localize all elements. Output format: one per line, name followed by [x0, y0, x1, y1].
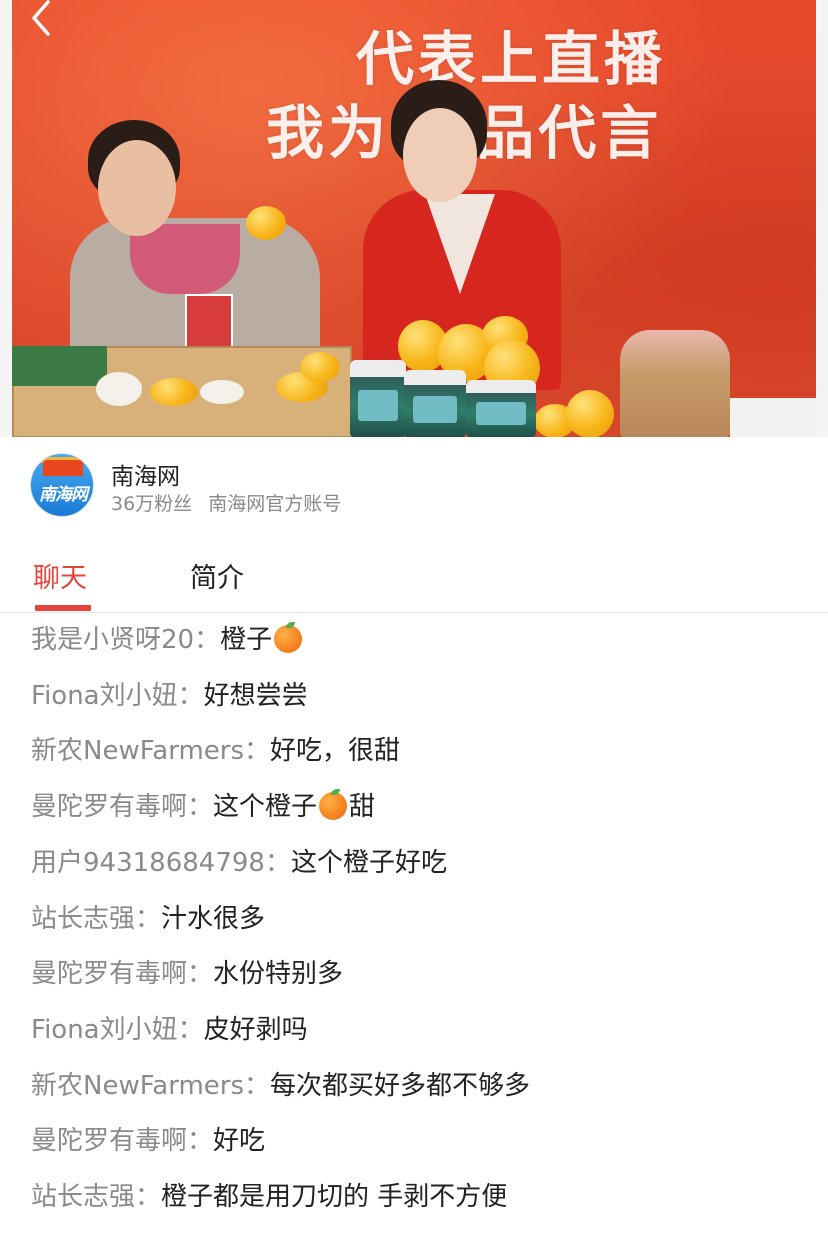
chat-username[interactable]: 曼陀罗有毒啊 [31, 792, 187, 822]
chat-separator: ： [264, 847, 291, 878]
verification-label: 南海网官方账号 [208, 493, 342, 515]
live-video-player[interactable]: 代表上直播 我为 产品代言 [0, 0, 828, 437]
chat-username[interactable]: 新农NewFarmers [31, 736, 244, 766]
chat-message: 曼陀罗有毒啊：这个橙子甜 [31, 789, 376, 823]
presenter-left [60, 118, 330, 358]
chat-username[interactable]: 用户94318684798 [31, 848, 265, 878]
chat-username[interactable]: 我是小贤呀20 [31, 625, 194, 655]
orange-emoji-icon [274, 622, 303, 653]
chat-message: Fiona刘小妞：好想尝尝 [31, 681, 308, 711]
tab-bar: 聊天 简介 [0, 540, 828, 613]
chat-separator: ： [194, 625, 221, 655]
chat-text: 汁水很多 [161, 903, 266, 934]
product-jar [404, 370, 466, 437]
product-box [730, 398, 816, 437]
orange [96, 372, 142, 406]
chat-username[interactable]: Fiona刘小妞 [31, 1015, 178, 1045]
chat-separator: ： [135, 903, 162, 934]
chat-text: 每次都买好多都不够多 [270, 1070, 531, 1101]
chat-text: 好吃 [213, 1126, 266, 1157]
chat-separator: ： [187, 792, 214, 823]
chat-message: 用户94318684798：这个橙子好吃 [31, 848, 447, 878]
chat-text: 这个橙子 [213, 792, 318, 823]
product-jar [466, 380, 536, 437]
chat-separator: ： [187, 959, 214, 990]
chat-separator: ： [244, 1070, 271, 1101]
chat-text: 橙子都是用刀切的 手剥不方便 [161, 1182, 508, 1212]
follower-count: 36万粉丝 [111, 493, 193, 515]
chat-username[interactable]: 站长志强 [31, 1182, 135, 1212]
back-chevron-icon[interactable] [22, 0, 62, 40]
chat-text: 橙子 [220, 625, 273, 655]
orange [200, 380, 244, 404]
chat-text: 水份特别多 [213, 959, 344, 990]
chat-username[interactable]: 曼陀罗有毒啊 [31, 1126, 187, 1156]
orange-emoji-icon [319, 789, 348, 821]
active-tab-indicator [35, 605, 91, 611]
chat-text: 这个橙子好吃 [290, 847, 447, 878]
chat-username[interactable]: Fiona刘小妞 [31, 681, 178, 711]
chat-message: 我是小贤呀20：橙子 [31, 622, 304, 655]
chat-text: 好吃，很甜 [270, 736, 401, 767]
gift-box [12, 346, 107, 386]
chat-separator: ： [177, 680, 204, 711]
chat-message: 新农NewFarmers：每次都买好多都不够多 [31, 1071, 530, 1101]
tab-intro[interactable]: 简介 [190, 556, 244, 595]
chat-username[interactable]: 新农NewFarmers [31, 1071, 244, 1101]
account-avatar[interactable]: 南海网 [30, 453, 94, 517]
chat-separator: ： [177, 1014, 204, 1045]
orange [566, 390, 614, 437]
account-name[interactable]: 南海网 [111, 457, 180, 491]
chat-separator: ： [244, 736, 271, 767]
tab-chat[interactable]: 聊天 [33, 556, 87, 595]
chat-message: 曼陀罗有毒啊：水份特别多 [31, 959, 343, 989]
orange [150, 378, 198, 406]
orange [300, 352, 340, 382]
chat-text: 好想尝尝 [203, 680, 308, 711]
chat-message: 站长志强：汁水很多 [31, 904, 265, 934]
avatar-gate [43, 460, 83, 476]
chat-message: 新农NewFarmers：好吃，很甜 [31, 736, 400, 766]
chat-list[interactable]: 我是小贤呀20：橙子 Fiona刘小妞：好想尝尝 新农NewFarmers：好吃，很… [0, 613, 828, 1242]
video-border-left [0, 0, 12, 437]
grain-bag [620, 330, 730, 437]
video-border-right [816, 0, 828, 437]
chat-text: 皮好剥吗 [203, 1014, 308, 1045]
chat-message: Fiona刘小妞：皮好剥吗 [31, 1015, 308, 1045]
chat-message: 曼陀罗有毒啊：好吃 [31, 1126, 265, 1156]
chat-message: 站长志强：橙子都是用刀切的 手剥不方便 [31, 1182, 507, 1212]
chat-text: 甜 [349, 792, 376, 823]
avatar-logo-text: 南海网 [39, 485, 88, 505]
orange-in-hand [246, 206, 286, 240]
account-meta: 36万粉丝 南海网官方账号 [111, 489, 341, 516]
chat-separator: ： [187, 1126, 214, 1157]
chat-username[interactable]: 站长志强 [31, 904, 135, 934]
chat-username[interactable]: 曼陀罗有毒啊 [31, 959, 187, 989]
product-jar [350, 360, 406, 437]
chat-separator: ： [135, 1182, 162, 1212]
